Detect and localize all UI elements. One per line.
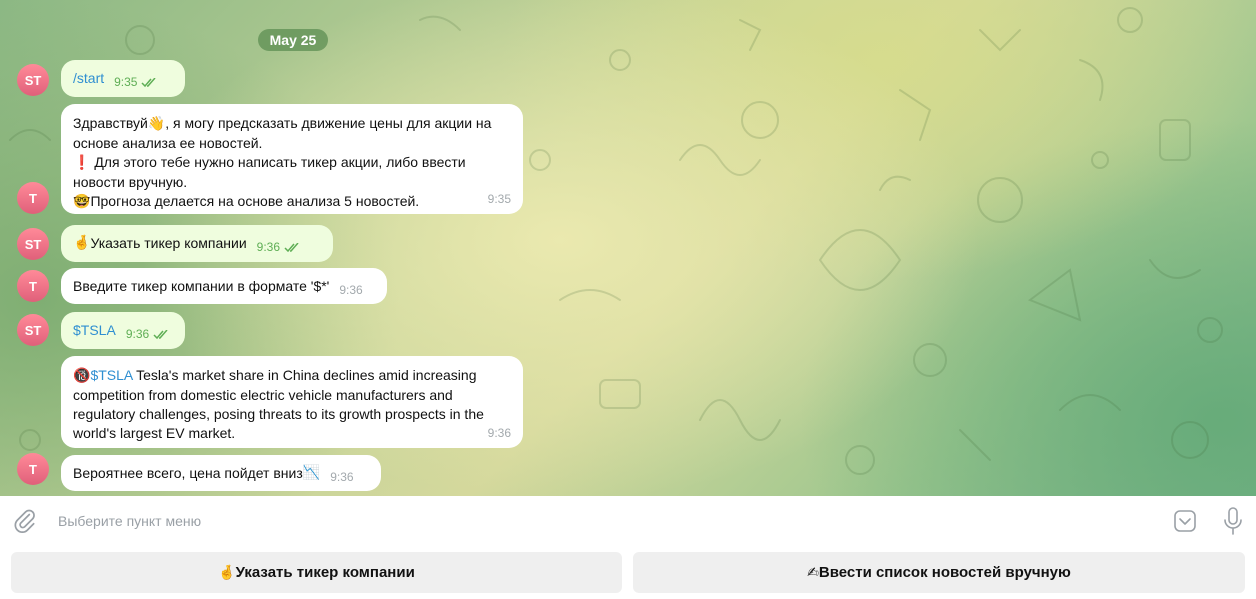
button-label: Указать тикер компании (235, 564, 415, 581)
message-bubble: Введите тикер компании в формате '$*' 9:… (61, 268, 387, 304)
exclamation-emoji: ❗ (73, 155, 91, 171)
message-text: Здравствуй👋, я могу предсказать движение… (73, 115, 492, 210)
message-bubble: Вероятнее всего, цена пойдет вниз 📉 9:36 (61, 455, 381, 491)
composer-bar (0, 496, 1256, 546)
double-check-icon (153, 329, 168, 339)
crossed-fingers-emoji: 🤞 (73, 235, 91, 251)
waving-hand-emoji: 👋 (147, 116, 166, 132)
avatar[interactable]: T (17, 270, 49, 302)
message-text: Введите тикер компании в формате '$*' (73, 277, 330, 294)
message-text: 🔞$TSLA Tesla's market share in China dec… (73, 367, 484, 441)
ticker-link[interactable]: $TSLA (90, 367, 132, 383)
paperclip-icon[interactable] (12, 508, 38, 534)
keyboard-toggle-icon[interactable] (1173, 509, 1197, 533)
ticker-text[interactable]: $TSLA (73, 321, 116, 340)
avatar[interactable]: ST (17, 228, 49, 260)
message-time: 9:36 (330, 469, 354, 484)
avatar[interactable]: T (17, 453, 49, 485)
message-bubble: /start 9:35 (61, 60, 185, 97)
message-text: Указать тикер компании (90, 235, 247, 251)
message-time: 9:36 (487, 426, 511, 440)
nerd-face-emoji: 🤓 (73, 194, 91, 210)
message-text: Вероятнее всего, цена пойдет вниз (73, 464, 303, 481)
crossed-fingers-emoji: 🤞 (218, 564, 236, 581)
message-time: 9:36 (257, 238, 300, 257)
message-bubble: 🤞 Указать тикер компании 9:36 (61, 225, 333, 262)
double-check-icon (284, 242, 299, 252)
specify-ticker-button[interactable]: 🤞 Указать тикер компании (11, 552, 622, 593)
enter-news-manually-button[interactable]: ✍ Ввести список новостей вручную (633, 552, 1245, 593)
message-time: 9:35 (487, 192, 511, 206)
reply-keyboard: 🤞 Указать тикер компании ✍ Ввести список н… (0, 546, 1256, 599)
double-check-icon (141, 77, 157, 87)
chat-area: May 25 ST /start 9:35 T Здравствуй👋, я м… (0, 0, 1256, 496)
avatar[interactable]: ST (17, 314, 49, 346)
button-label: Ввести список новостей вручную (818, 564, 1071, 581)
message-time: 9:35 (114, 73, 157, 92)
chart-decreasing-emoji: 📉 (302, 464, 321, 481)
date-separator: May 25 (258, 29, 328, 51)
microphone-icon[interactable] (1222, 506, 1244, 536)
message-bubble: Здравствуй👋, я могу предсказать движение… (61, 104, 523, 214)
message-time: 9:36 (339, 282, 363, 297)
writing-hand-emoji: ✍ (807, 564, 819, 581)
no-under-18-emoji: 🔞 (73, 368, 91, 384)
message-input[interactable] (58, 510, 958, 532)
avatar[interactable]: ST (17, 64, 49, 96)
message-time: 9:36 (126, 325, 169, 344)
avatar[interactable]: T (17, 182, 49, 214)
command-text[interactable]: /start (73, 69, 104, 88)
message-bubble: 🔞$TSLA Tesla's market share in China dec… (61, 356, 523, 448)
message-bubble: $TSLA 9:36 (61, 312, 185, 349)
